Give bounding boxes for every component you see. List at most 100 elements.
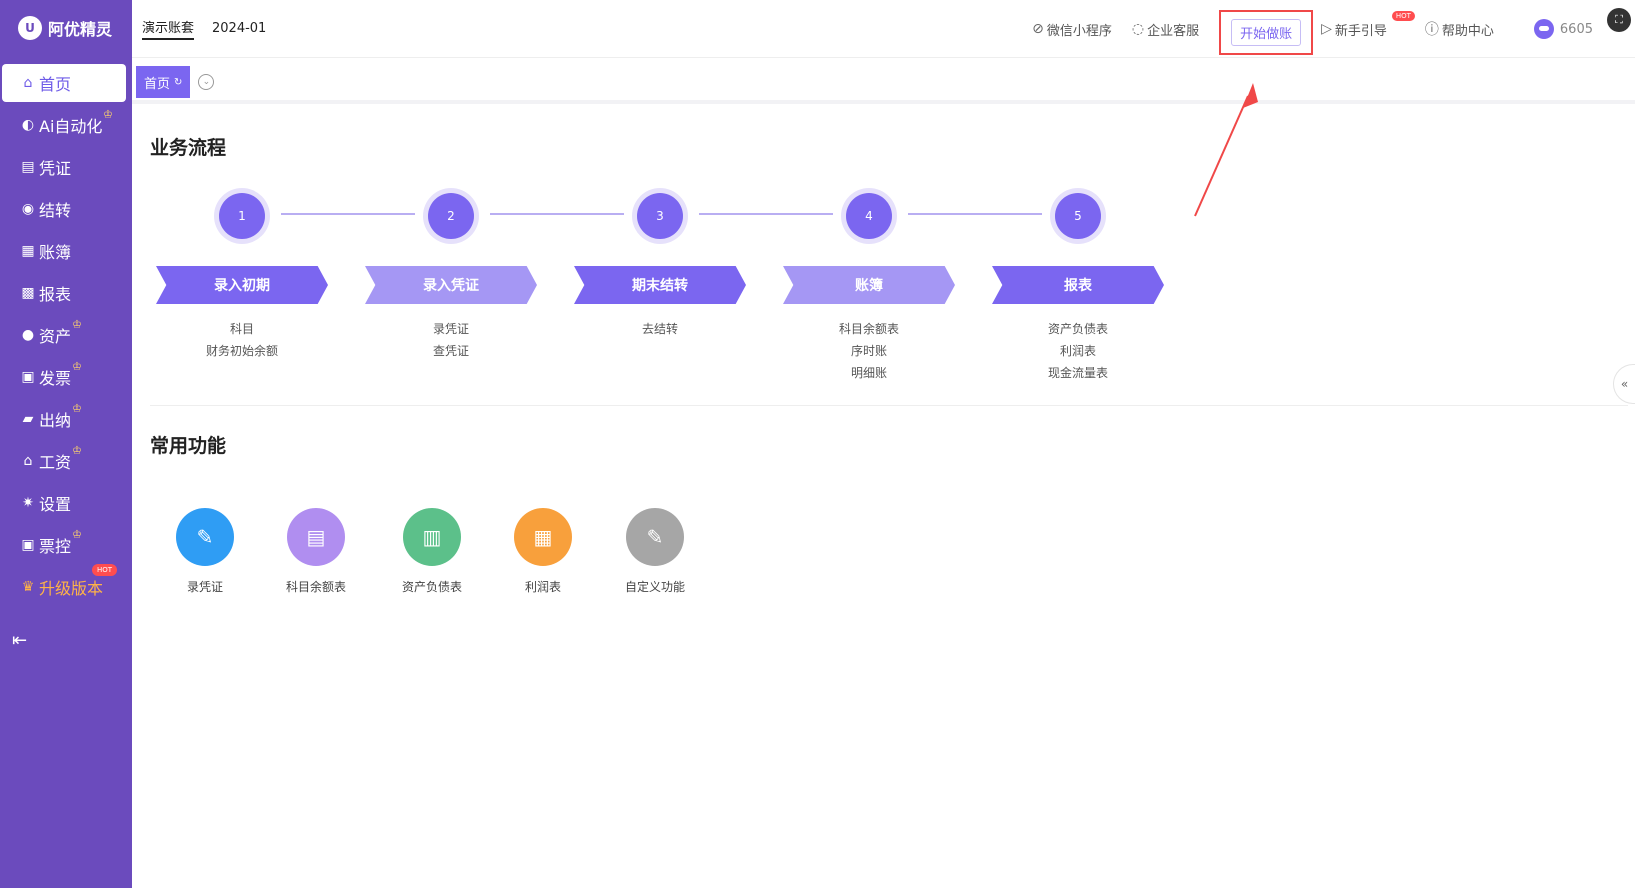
sidebar-item[interactable]: ⌂ 首页 bbox=[2, 64, 126, 102]
play-icon: ▷ bbox=[1321, 21, 1332, 37]
common-function-item[interactable]: ▦ 利润表 bbox=[488, 508, 598, 595]
carryover-icon: ◉ bbox=[21, 201, 35, 217]
common-function-label: 自定义功能 bbox=[624, 580, 685, 594]
sidebar-item[interactable]: ◉ 结转 bbox=[2, 190, 126, 228]
common-function-label: 录凭证 bbox=[186, 580, 223, 594]
sidebar-item[interactable]: ▣ 发票 ♔ bbox=[2, 358, 126, 396]
sidebar-item[interactable]: ▰ 出纳 ♔ bbox=[2, 400, 126, 438]
workflow-link[interactable]: 利润表 bbox=[992, 340, 1164, 362]
refresh-icon[interactable]: ↻ bbox=[174, 77, 182, 88]
workflow-step-links: 录凭证 查凭证 bbox=[365, 318, 537, 362]
workflow-step[interactable]: 报表 bbox=[992, 266, 1164, 304]
common-function-item[interactable]: ▤ 科目余额表 bbox=[261, 508, 371, 595]
workflow-link[interactable]: 查凭证 bbox=[365, 340, 537, 362]
crown-icon: ♔ bbox=[72, 318, 82, 331]
sidebar-item-label: 首页 bbox=[39, 75, 72, 94]
workflow-link[interactable]: 明细账 bbox=[783, 362, 955, 384]
tab-dropdown-icon[interactable]: ⌄ bbox=[198, 74, 215, 90]
user-menu[interactable]: 6605 bbox=[1533, 19, 1593, 39]
sidebar-item-label: 工资 bbox=[39, 453, 72, 472]
sidebar-item[interactable]: ▣ 票控 ♔ bbox=[2, 526, 126, 564]
sidebar-item-label: 账簿 bbox=[39, 243, 72, 262]
account-selector[interactable]: 演示账套 bbox=[142, 17, 195, 40]
crown-icon: ♔ bbox=[72, 444, 82, 457]
sidebar-item[interactable]: ▩ 报表 bbox=[2, 274, 126, 312]
tab-home-label: 首页 bbox=[144, 76, 171, 92]
beginner-guide-link[interactable]: ▷ 新手引导 HOT bbox=[1321, 10, 1415, 39]
question-icon: ⓘ bbox=[1424, 22, 1439, 38]
workflow-link[interactable]: 科目 bbox=[156, 318, 328, 340]
sidebar-item[interactable]: ✷ 设置 bbox=[2, 484, 126, 522]
voucher-entry-icon: ✎ bbox=[176, 508, 234, 566]
workflow-connector bbox=[699, 213, 833, 215]
workflow-link[interactable]: 资产负债表 bbox=[992, 318, 1164, 340]
workflow-step[interactable]: 录入凭证 bbox=[365, 266, 537, 304]
step-number: 3 bbox=[637, 193, 683, 239]
workflow-link[interactable]: 去结转 bbox=[574, 318, 746, 340]
app-logo[interactable]: U 阿优精灵 bbox=[0, 0, 132, 56]
ticket-control-icon: ▣ bbox=[21, 537, 35, 553]
workflow-link[interactable]: 现金流量表 bbox=[992, 362, 1164, 384]
help-label: 帮助中心 bbox=[1441, 23, 1494, 39]
asset-icon: ● bbox=[21, 327, 35, 343]
sidebar-item[interactable]: ▦ 账簿 bbox=[2, 232, 126, 270]
sidebar-item-label: 出纳 bbox=[39, 411, 72, 430]
start-bookkeeping-button[interactable]: 开始做账 bbox=[1231, 18, 1302, 46]
workflow-step-links: 科目余额表 序时账 明细账 bbox=[783, 318, 955, 384]
workflow-link[interactable]: 科目余额表 bbox=[783, 318, 955, 340]
highlight-box: 开始做账 bbox=[1219, 9, 1314, 55]
common-function-item[interactable]: ▥ 资产负债表 bbox=[377, 508, 487, 595]
workflow-title: 业务流程 bbox=[150, 137, 227, 159]
workflow-link[interactable]: 财务初始余额 bbox=[156, 340, 328, 362]
workflow-step-links: 科目 财务初始余额 bbox=[156, 318, 328, 362]
common-function-label: 资产负债表 bbox=[401, 580, 462, 594]
gear-icon: ✷ bbox=[22, 495, 34, 511]
workflow-step[interactable]: 账簿 bbox=[783, 266, 955, 304]
fullscreen-icon[interactable]: ⛶ bbox=[1607, 8, 1631, 32]
profit-chart-icon: ▦ bbox=[514, 508, 572, 566]
customer-service-link[interactable]: ◌ 企业客服 bbox=[1132, 20, 1199, 39]
workflow-step[interactable]: 期末结转 bbox=[574, 266, 746, 304]
sidebar-item-label: 结转 bbox=[39, 201, 72, 220]
tab-home[interactable]: 首页 ↻ bbox=[136, 66, 191, 98]
common-function-label: 利润表 bbox=[524, 580, 561, 594]
workflow-step[interactable]: 录入初期 bbox=[156, 266, 328, 304]
sidebar-item[interactable]: ● 资产 ♔ bbox=[2, 316, 126, 354]
ledger-icon: ▦ bbox=[21, 243, 35, 259]
app-root: U 阿优精灵 ⌂ 首页 ◐ Ai自动化 ♔ ▤ 凭证 ◉ 结转 ▦ 账簿 ▩ 报表 ● 资产 ♔ ▣ 发票 ♔ ▰ 出纳… bbox=[0, 0, 1635, 888]
step-number: 2 bbox=[428, 193, 474, 239]
sidebar-item-upgrade[interactable]: ♛ 升级版本 HOT bbox=[2, 564, 126, 606]
custom-edit-icon: ✎ bbox=[626, 508, 684, 566]
wechat-miniprogram-link[interactable]: ⊘ 微信小程序 bbox=[1032, 20, 1112, 39]
gift-icon: ♛ bbox=[21, 579, 35, 595]
sidebar-item-label: 报表 bbox=[39, 285, 72, 304]
workflow-step-links: 去结转 bbox=[574, 318, 746, 340]
workflow-connector bbox=[490, 213, 624, 215]
common-function-item[interactable]: ✎ 自定义功能 bbox=[600, 508, 710, 595]
common-function-item[interactable]: ✎ 录凭证 bbox=[150, 508, 260, 595]
home-icon: ⌂ bbox=[23, 75, 33, 91]
workflow-link[interactable]: 录凭证 bbox=[365, 318, 537, 340]
sidebar-item[interactable]: ◐ Ai自动化 ♔ bbox=[2, 106, 126, 144]
hot-badge: HOT bbox=[92, 564, 118, 576]
invoice-icon: ▣ bbox=[21, 369, 35, 385]
hot-badge: HOT bbox=[1391, 10, 1415, 21]
report-icon: ▩ bbox=[21, 285, 35, 301]
link-icon: ⊘ bbox=[1032, 21, 1044, 37]
sidebar-item-label: 升级版本 bbox=[39, 579, 104, 598]
workflow-step-links: 资产负债表 利润表 现金流量表 bbox=[992, 318, 1164, 384]
logo-icon: U bbox=[18, 16, 42, 40]
crown-icon: ♔ bbox=[103, 108, 113, 121]
sidebar-item[interactable]: ▤ 凭证 bbox=[2, 148, 126, 186]
period-selector[interactable]: 2024-01 bbox=[212, 21, 266, 36]
help-center-link[interactable]: ⓘ 帮助中心 bbox=[1425, 19, 1494, 39]
workflow-connector bbox=[281, 213, 415, 215]
expand-panel-icon[interactable]: « bbox=[1613, 364, 1635, 404]
sidebar-item[interactable]: ⌂ 工资 ♔ bbox=[2, 442, 126, 480]
collapse-sidebar-icon[interactable]: ⇤ bbox=[12, 630, 27, 651]
user-id: 6605 bbox=[1559, 21, 1593, 37]
balance-sheet-icon: ▥ bbox=[403, 508, 461, 566]
top-header: 演示账套 2024-01 ⊘ 微信小程序 ◌ 企业客服 开始做账 ▷ 新手引导 … bbox=[132, 0, 1635, 58]
header-actions: ⊘ 微信小程序 ◌ 企业客服 开始做账 ▷ 新手引导 HOT ⓘ 帮助中心 66… bbox=[1032, 0, 1635, 58]
workflow-link[interactable]: 序时账 bbox=[783, 340, 955, 362]
